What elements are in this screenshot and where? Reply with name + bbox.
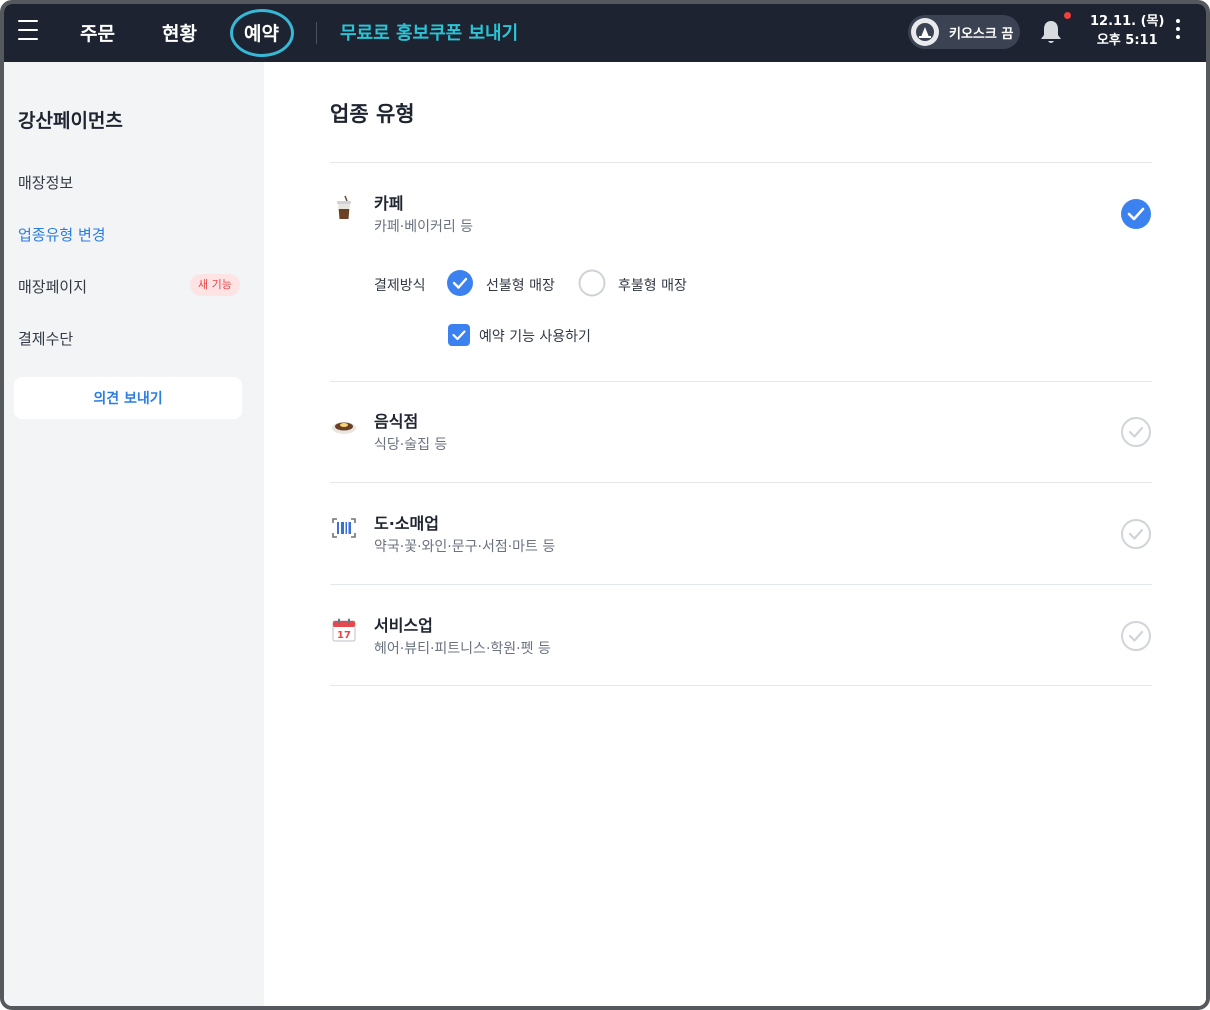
nav-status[interactable]: 현황 bbox=[162, 19, 197, 46]
promo-coupon-link[interactable]: 무료로 홍보쿠폰 보내기 bbox=[340, 19, 518, 45]
clock: 12.11. (목) 오후 5:11 bbox=[1090, 12, 1164, 50]
sidebar-item-payment-methods[interactable]: 결제수단 bbox=[18, 328, 73, 349]
category-desc: 식당·술집 등 bbox=[374, 437, 448, 453]
divider bbox=[330, 584, 1152, 585]
category-name: 서비스업 bbox=[374, 616, 433, 635]
unselected-check-icon bbox=[1120, 518, 1152, 550]
coffee-icon bbox=[330, 194, 358, 222]
nav-reservation[interactable]: 예약 bbox=[244, 19, 279, 46]
calendar-icon: 17 bbox=[330, 616, 358, 644]
nav-order[interactable]: 주문 bbox=[80, 19, 115, 46]
category-name: 카페 bbox=[374, 194, 404, 213]
category-restaurant[interactable]: 음식점 식당·술집 등 bbox=[330, 408, 1152, 458]
new-feature-badge: 새 기능 bbox=[190, 274, 240, 296]
barcode-icon bbox=[330, 514, 358, 542]
sidebar-item-business-type[interactable]: 업종유형 변경 bbox=[18, 224, 106, 245]
category-name: 도·소매업 bbox=[374, 514, 439, 533]
top-bar: 주문 현황 예약 무료로 홍보쿠폰 보내기 키오스크 끔 12.11. (목) … bbox=[4, 4, 1206, 62]
page-title: 업종 유형 bbox=[330, 102, 415, 126]
category-cafe[interactable]: 카페 카페·베이커리 등 bbox=[330, 190, 1152, 240]
date-text: 12.11. (목) bbox=[1090, 14, 1165, 29]
time-text: 오후 5:11 bbox=[1096, 33, 1158, 48]
reservation-checkbox-label[interactable]: 예약 기능 사용하기 bbox=[479, 326, 591, 346]
calendar-day: 17 bbox=[337, 630, 351, 641]
sidebar-item-store-page[interactable]: 매장페이지 bbox=[18, 276, 87, 297]
category-service[interactable]: 17 서비스업 헤어·뷰티·피트니스·학원·펫 등 bbox=[330, 612, 1152, 662]
radio-prepaid[interactable] bbox=[446, 269, 474, 297]
category-desc: 헤어·뷰티·피트니스·학원·펫 등 bbox=[374, 641, 551, 657]
category-desc: 카페·베이커리 등 bbox=[374, 219, 474, 235]
nav-divider bbox=[316, 22, 317, 44]
reservation-checkbox[interactable] bbox=[448, 324, 470, 346]
hamburger-menu-icon[interactable] bbox=[18, 20, 42, 44]
category-retail[interactable]: 도·소매업 약국·꽃·와인·문구·서점·마트 등 bbox=[330, 510, 1152, 560]
radio-postpaid[interactable] bbox=[578, 269, 606, 297]
category-name: 음식점 bbox=[374, 412, 419, 431]
divider bbox=[330, 381, 1152, 382]
radio-prepaid-label[interactable]: 선불형 매장 bbox=[486, 275, 555, 295]
divider bbox=[330, 685, 1152, 686]
more-vertical-icon[interactable] bbox=[1172, 19, 1184, 45]
store-name: 강산페이먼츠 bbox=[18, 110, 123, 132]
dish-icon bbox=[330, 412, 358, 440]
notification-dot bbox=[1064, 12, 1071, 19]
radio-postpaid-label[interactable]: 후불형 매장 bbox=[618, 275, 687, 295]
feedback-button[interactable]: 의견 보내기 bbox=[14, 377, 242, 419]
unselected-check-icon bbox=[1120, 620, 1152, 652]
unselected-check-icon bbox=[1120, 416, 1152, 448]
selected-check-icon bbox=[1120, 198, 1152, 230]
kiosk-logo-icon bbox=[911, 18, 939, 46]
sidebar-item-store-info[interactable]: 매장정보 bbox=[18, 172, 73, 193]
app-window: 주문 현황 예약 무료로 홍보쿠폰 보내기 키오스크 끔 12.11. (목) … bbox=[0, 0, 1210, 1010]
divider bbox=[330, 162, 1152, 163]
divider bbox=[330, 482, 1152, 483]
sidebar: 강산페이먼츠 매장정보 업종유형 변경 매장페이지 새 기능 결제수단 의견 보… bbox=[4, 62, 264, 1006]
main-content: 업종 유형 카페 카페·베이커리 등 결제방식 선불형 매장 후불형 매장 예약… bbox=[264, 62, 1206, 1006]
kiosk-toggle[interactable]: 키오스크 끔 bbox=[908, 15, 1020, 49]
kiosk-status-label: 키오스크 끔 bbox=[949, 26, 1014, 42]
payment-method-label: 결제방식 bbox=[374, 278, 426, 294]
bell-icon[interactable] bbox=[1038, 18, 1064, 46]
category-desc: 약국·꽃·와인·문구·서점·마트 등 bbox=[374, 539, 556, 555]
